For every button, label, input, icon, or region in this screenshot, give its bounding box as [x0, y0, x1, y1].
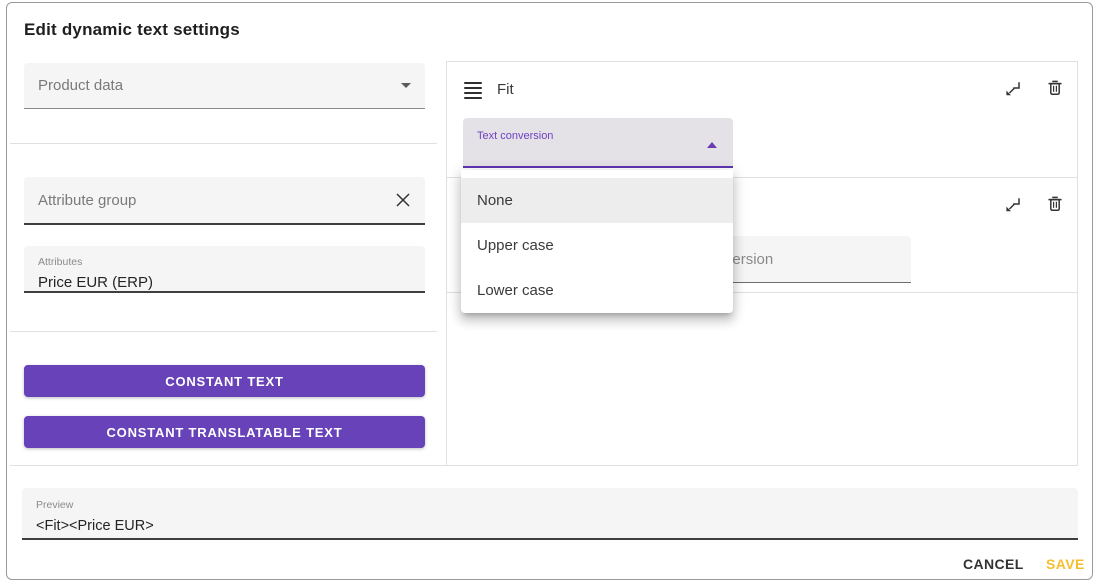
attributes-field[interactable]: Attributes Price EUR (ERP) — [24, 246, 425, 293]
chevron-down-icon — [401, 83, 411, 88]
attribute-group-label: Attribute group — [38, 192, 136, 209]
text-conversion-menu: None Upper case Lower case — [461, 170, 733, 313]
attributes-value: Price EUR (ERP) — [38, 274, 411, 291]
divider — [10, 331, 437, 332]
product-data-select[interactable]: Product data — [24, 63, 425, 109]
product-data-label: Product data — [38, 77, 123, 94]
menu-item-lower-case[interactable]: Lower case — [461, 268, 733, 313]
save-button[interactable]: SAVE — [1042, 554, 1089, 574]
divider — [10, 465, 447, 466]
cancel-button[interactable]: CANCEL — [959, 554, 1028, 574]
delete-icon[interactable] — [1045, 194, 1065, 214]
merge-icon[interactable] — [1003, 79, 1023, 99]
clear-icon[interactable] — [395, 192, 411, 208]
preview-value: <Fit><Price EUR> — [36, 518, 1064, 534]
constant-text-button[interactable]: CONSTANT TEXT — [24, 365, 425, 397]
constant-translatable-text-button[interactable]: CONSTANT TRANSLATABLE TEXT — [24, 416, 425, 448]
merge-icon[interactable] — [1003, 195, 1023, 215]
menu-item-none[interactable]: None — [461, 178, 733, 223]
dialog-title: Edit dynamic text settings — [24, 20, 240, 40]
drag-handle-icon[interactable] — [464, 82, 482, 99]
chevron-up-icon — [707, 142, 717, 148]
preview-label: Preview — [36, 499, 73, 511]
text-conversion-select[interactable]: Text conversion — [463, 118, 733, 168]
attribute-group-field[interactable]: Attribute group — [24, 177, 425, 225]
text-conversion-label: Text conversion — [477, 130, 553, 142]
divider — [10, 143, 437, 144]
preview-field[interactable]: Preview <Fit><Price EUR> — [22, 488, 1078, 540]
attributes-label: Attributes — [38, 256, 82, 268]
delete-icon[interactable] — [1045, 78, 1065, 98]
item-name: Fit — [497, 81, 514, 98]
menu-item-upper-case[interactable]: Upper case — [461, 223, 733, 268]
